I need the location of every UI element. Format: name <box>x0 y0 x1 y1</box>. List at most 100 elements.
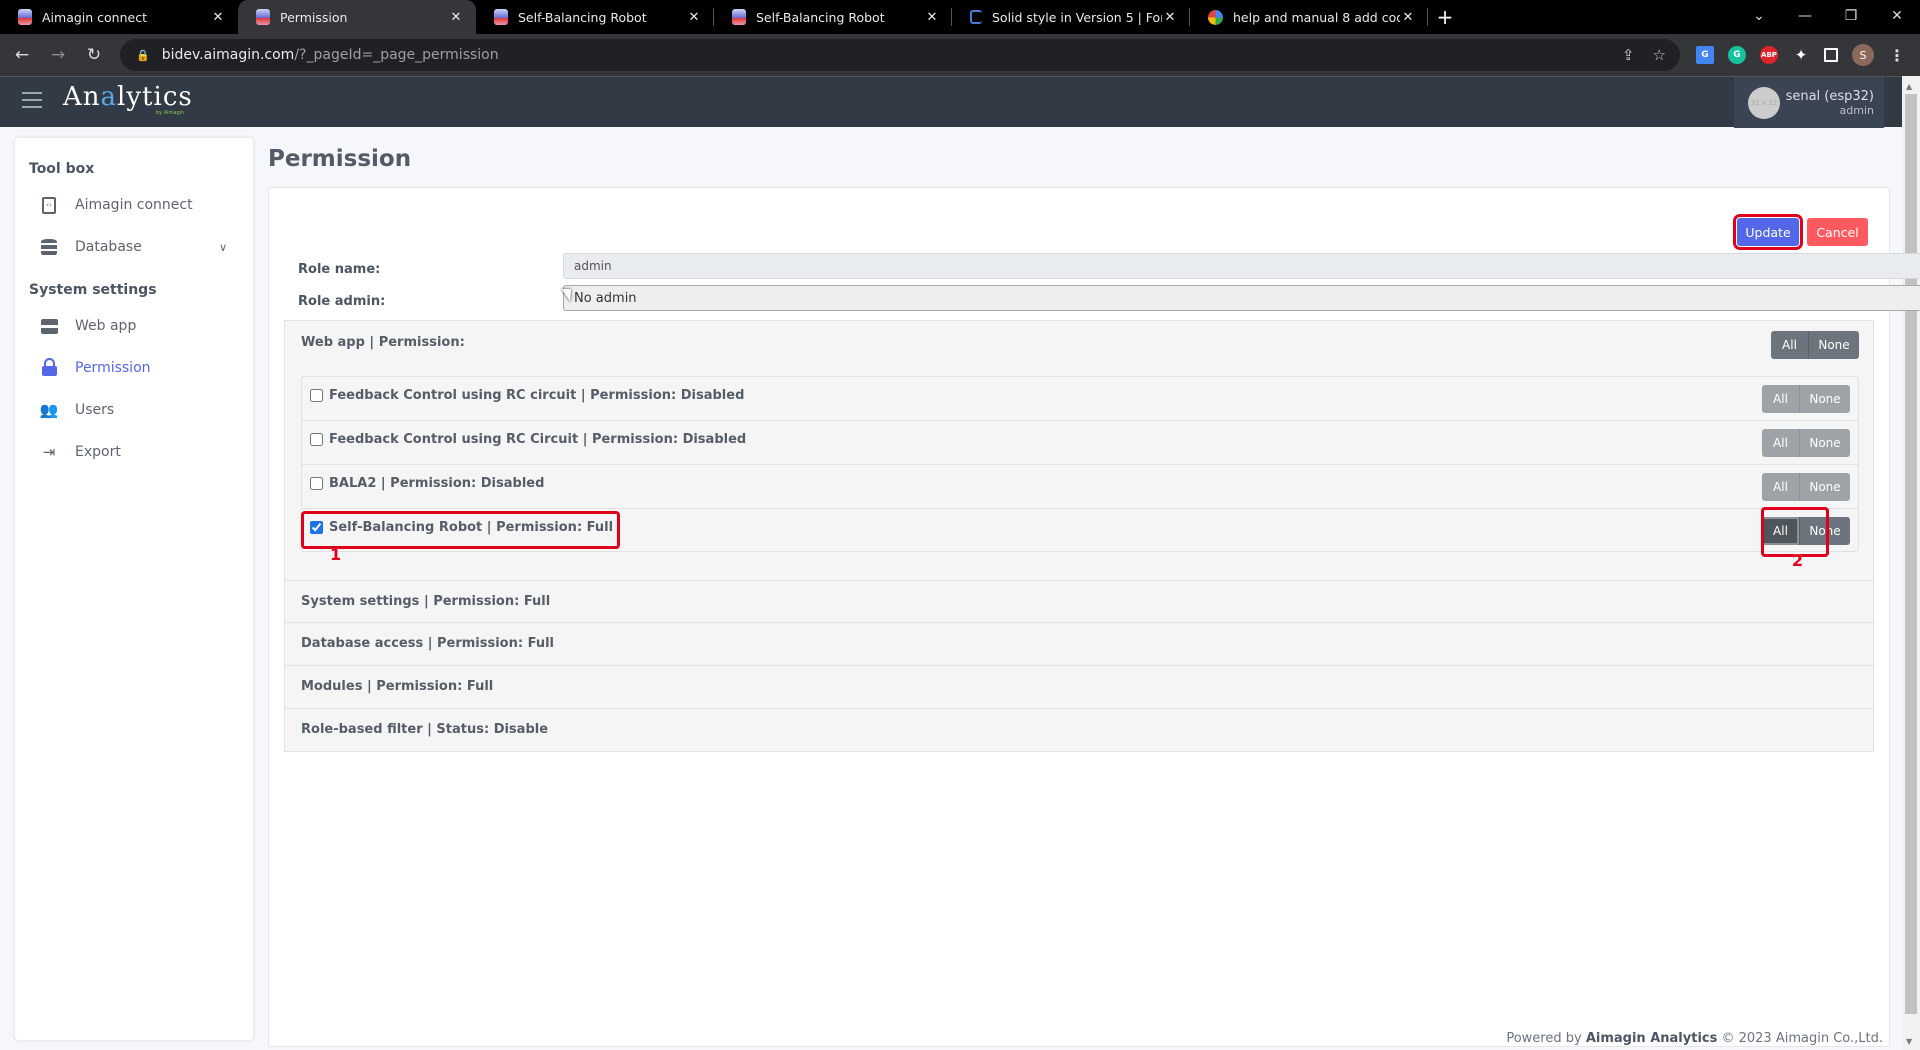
app-header: Analytics by Aimagin 32 x 32 senal (esp3… <box>0 76 1902 128</box>
app-checkbox[interactable] <box>310 389 323 402</box>
app-checkbox[interactable] <box>310 521 323 534</box>
aimagin-favicon-icon <box>494 9 508 25</box>
update-button[interactable]: Update <box>1733 214 1803 250</box>
app-none-button[interactable]: None <box>1800 385 1850 413</box>
side-panel-icon[interactable] <box>1824 48 1838 62</box>
webapp-list: Feedback Control using RC circuit | Perm… <box>301 376 1859 570</box>
webapp-all-none-group: All None <box>1771 331 1859 359</box>
footer: Powered by Aimagin Analytics © 2023 Aima… <box>1506 1031 1883 1046</box>
browser-tab-active[interactable]: Permission ✕ <box>238 0 476 34</box>
scrollbar-thumb[interactable] <box>1905 94 1917 1014</box>
lock-icon <box>39 358 59 377</box>
extensions-puzzle-icon[interactable]: ✦ <box>1792 46 1810 64</box>
file-code-icon: ‹› <box>39 196 59 214</box>
list-item: Feedback Control using RC Circuit | Perm… <box>302 421 1858 465</box>
server-icon <box>39 317 59 335</box>
user-name: senal (esp32) <box>1785 88 1874 104</box>
browser-tab[interactable]: Aimagin connect ✕ <box>0 0 238 34</box>
permission-card: Update Cancel 3 Role name: admin Role ad… <box>268 187 1920 1047</box>
page-title: Permission <box>268 146 412 172</box>
close-tab-icon[interactable]: ✕ <box>686 10 702 25</box>
scroll-up-icon[interactable]: ▲ <box>1906 82 1912 91</box>
browser-tab[interactable]: Solid style in Version 5 | Font Aw✕ <box>952 0 1190 34</box>
avatar: 32 x 32 <box>1748 86 1780 119</box>
google-translate-icon[interactable]: G <box>1696 46 1714 64</box>
users-icon: 👥 <box>39 401 59 419</box>
scroll-down-icon[interactable]: ▼ <box>1906 1037 1912 1046</box>
close-tab-icon[interactable]: ✕ <box>210 10 226 25</box>
minimize-icon[interactable]: — <box>1782 0 1828 34</box>
restore-icon[interactable]: ❐ <box>1828 0 1874 34</box>
browser-tab-bar: Aimagin connect ✕ Permission ✕ Self-Balanc… <box>0 0 1920 34</box>
app-all-button[interactable]: All <box>1762 385 1800 413</box>
page-scrollbar[interactable]: ▲ ▼ <box>1902 76 1920 1050</box>
sidebar-item-aimagin-connect[interactable]: ‹› Aimagin connect <box>39 191 239 219</box>
app-all-button[interactable]: All <box>1762 473 1800 501</box>
share-icon[interactable]: ⇪ <box>1622 46 1635 64</box>
bookmark-star-icon[interactable]: ☆ <box>1653 46 1666 64</box>
role-name-label: Role name: <box>298 262 381 277</box>
flag-icon <box>970 10 982 24</box>
role-admin-select[interactable]: No admin▼ <box>563 285 1920 311</box>
chevron-down-icon[interactable]: ∨ <box>219 241 227 254</box>
aimagin-favicon-icon <box>732 9 746 25</box>
app-none-button[interactable]: None <box>1800 473 1850 501</box>
role-name-field[interactable]: admin <box>563 253 1920 279</box>
section-modules[interactable]: Modules | Permission: Full <box>284 666 1874 709</box>
annotation-2: 2 <box>1791 551 1803 570</box>
user-role: admin <box>1839 103 1874 117</box>
lock-icon: 🔒 <box>136 48 150 62</box>
aimagin-favicon-icon <box>256 9 270 25</box>
close-tab-icon[interactable]: ✕ <box>924 10 940 25</box>
hamburger-menu-icon[interactable] <box>22 92 42 108</box>
webapp-section-title: Web app | Permission: <box>301 335 465 350</box>
section-system-settings[interactable]: System settings | Permission: Full <box>284 580 1874 623</box>
browser-tab[interactable]: help and manual 8 add code - G✕ <box>1190 0 1428 34</box>
webapp-permission-section: Web app | Permission: All None Feedback … <box>284 320 1874 607</box>
browser-menu-icon[interactable]: ⋮ <box>1888 46 1906 65</box>
browser-tab[interactable]: Self-Balancing Robot ✕ <box>476 0 714 34</box>
profile-avatar[interactable]: S <box>1852 44 1874 66</box>
sidebar-item-permission[interactable]: Permission <box>39 354 239 382</box>
tab-search-icon[interactable]: ⌄ <box>1736 0 1782 34</box>
forward-icon[interactable]: → <box>44 45 72 65</box>
highlight-box-2 <box>1761 507 1829 557</box>
grammarly-icon[interactable]: G <box>1728 46 1746 64</box>
webapp-none-button[interactable]: None <box>1809 331 1859 359</box>
app-checkbox[interactable] <box>310 477 323 490</box>
close-window-icon[interactable]: ✕ <box>1874 0 1920 34</box>
sidebar-item-database[interactable]: Database ∨ <box>39 233 239 261</box>
sidebar-item-web-app[interactable]: Web app <box>39 312 239 340</box>
footer-brand: Aimagin Analytics <box>1585 1031 1718 1046</box>
back-icon[interactable]: ← <box>8 45 36 65</box>
app-none-button[interactable]: None <box>1800 429 1850 457</box>
window-controls: ⌄ — ❐ ✕ <box>1736 0 1920 34</box>
section-role-based-filter[interactable]: Role-based filter | Status: Disable <box>284 709 1874 752</box>
close-tab-icon[interactable]: ✕ <box>448 10 464 25</box>
sidebar-heading-toolbox: Tool box <box>29 161 95 177</box>
webapp-all-button[interactable]: All <box>1771 331 1809 359</box>
address-bar[interactable]: 🔒 bidev.aimagin.com/?_pageId=_page_permi… <box>120 39 1680 71</box>
sidebar: Tool box ‹› Aimagin connect Database ∨ S… <box>15 138 253 1040</box>
sidebar-item-export[interactable]: ⇥ Export <box>39 438 239 466</box>
annotation-1: 1 <box>330 545 342 564</box>
adblock-icon[interactable]: ABP <box>1760 46 1778 64</box>
close-tab-icon[interactable]: ✕ <box>1162 10 1178 25</box>
reload-icon[interactable]: ↻ <box>80 45 108 65</box>
app-all-button[interactable]: All <box>1762 429 1800 457</box>
new-tab-button[interactable]: + <box>1428 0 1462 34</box>
file-export-icon: ⇥ <box>42 443 56 461</box>
sidebar-item-users[interactable]: 👥 Users <box>39 396 239 424</box>
database-icon <box>39 238 59 256</box>
app-checkbox[interactable] <box>310 433 323 446</box>
browser-tab[interactable]: Self-Balancing Robot ✕ <box>714 0 952 34</box>
section-database-access[interactable]: Database access | Permission: Full <box>284 623 1874 666</box>
role-admin-label: Role admin: <box>298 294 386 309</box>
cancel-button[interactable]: Cancel <box>1807 218 1868 246</box>
analytics-logo[interactable]: Analytics <box>63 82 193 112</box>
browser-toolbar: ← → ↻ 🔒 bidev.aimagin.com/?_pageId=_page… <box>0 34 1920 76</box>
aimagin-favicon-icon <box>18 9 32 25</box>
close-tab-icon[interactable]: ✕ <box>1400 10 1416 25</box>
list-item: BALA2 | Permission: Disabled All None <box>302 465 1858 509</box>
user-menu[interactable]: 32 x 32 senal (esp32) admin <box>1734 77 1884 128</box>
